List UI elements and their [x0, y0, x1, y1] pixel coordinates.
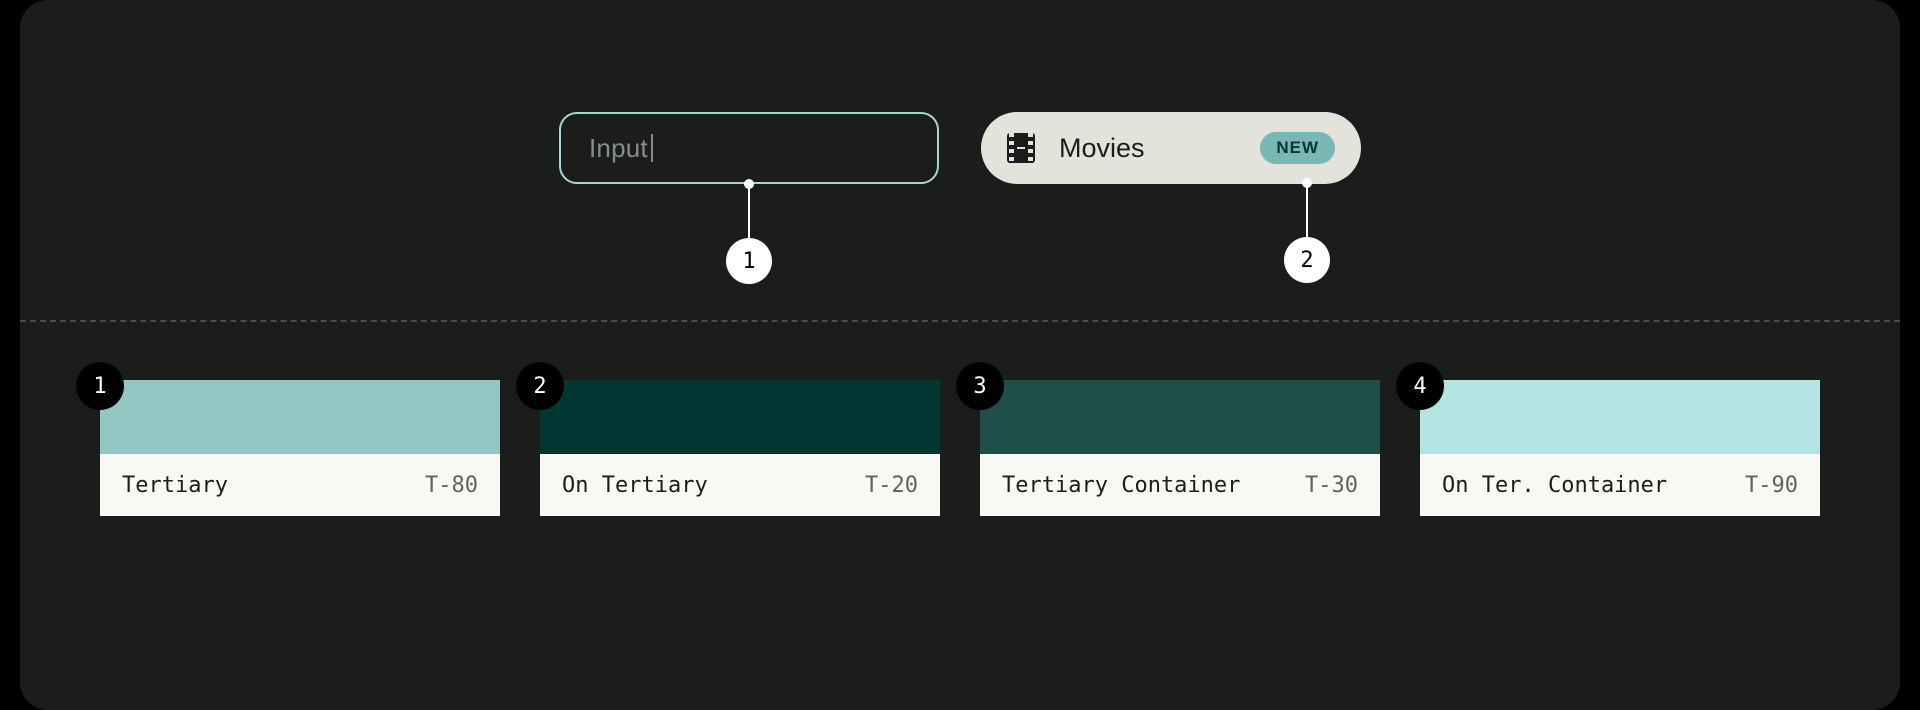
- swatch-name: Tertiary: [122, 473, 228, 498]
- chip-label: Movies: [1059, 133, 1236, 164]
- example-text-field: Input 1: [559, 112, 939, 184]
- swatch-tone: T-20: [865, 473, 918, 498]
- text-field-label: Input: [589, 133, 648, 164]
- swatch-name: On Tertiary: [562, 473, 708, 498]
- callout-line-1: 1: [748, 184, 750, 238]
- color-swatch: [540, 380, 940, 454]
- example-chip: Movies NEW 2: [981, 112, 1361, 184]
- swatch-index: 2: [516, 362, 564, 410]
- swatch-index: 3: [956, 362, 1004, 410]
- text-caret: [651, 134, 653, 162]
- swatch-meta: Tertiary T-80: [100, 454, 500, 516]
- swatch-tone: T-80: [425, 473, 478, 498]
- swatch-card: 2 On Tertiary T-20: [540, 380, 940, 516]
- swatch-meta: Tertiary Container T-30: [980, 454, 1380, 516]
- swatch-index: 4: [1396, 362, 1444, 410]
- swatch-tone: T-30: [1305, 473, 1358, 498]
- callout-dot: [744, 179, 754, 189]
- swatch-card: 3 Tertiary Container T-30: [980, 380, 1380, 516]
- color-swatch: [100, 380, 500, 454]
- swatch-meta: On Tertiary T-20: [540, 454, 940, 516]
- swatch-card: 1 Tertiary T-80: [100, 380, 500, 516]
- callout-line-2: 2: [1306, 183, 1308, 237]
- swatch-meta: On Ter. Container T-90: [1420, 454, 1820, 516]
- movie-icon: [1007, 133, 1035, 163]
- callout-bubble: 1: [726, 238, 772, 284]
- chip[interactable]: Movies NEW: [981, 112, 1361, 184]
- new-badge: NEW: [1260, 132, 1335, 164]
- color-swatch: [1420, 380, 1820, 454]
- callout-dot: [1302, 178, 1312, 188]
- text-field[interactable]: Input: [559, 112, 939, 184]
- swatch-card: 4 On Ter. Container T-90: [1420, 380, 1820, 516]
- component-examples: Input 1 Movies NEW 2: [20, 112, 1900, 184]
- callout-bubble: 2: [1284, 237, 1330, 283]
- swatch-row: 1 Tertiary T-80 2 On Tertiary T-20 3 Ter…: [100, 380, 1820, 516]
- swatch-name: Tertiary Container: [1002, 473, 1240, 498]
- swatch-index: 1: [76, 362, 124, 410]
- color-swatch: [980, 380, 1380, 454]
- swatch-name: On Ter. Container: [1442, 473, 1667, 498]
- swatch-tone: T-90: [1745, 473, 1798, 498]
- section-divider: [20, 320, 1900, 322]
- page: Input 1 Movies NEW 2: [20, 0, 1900, 710]
